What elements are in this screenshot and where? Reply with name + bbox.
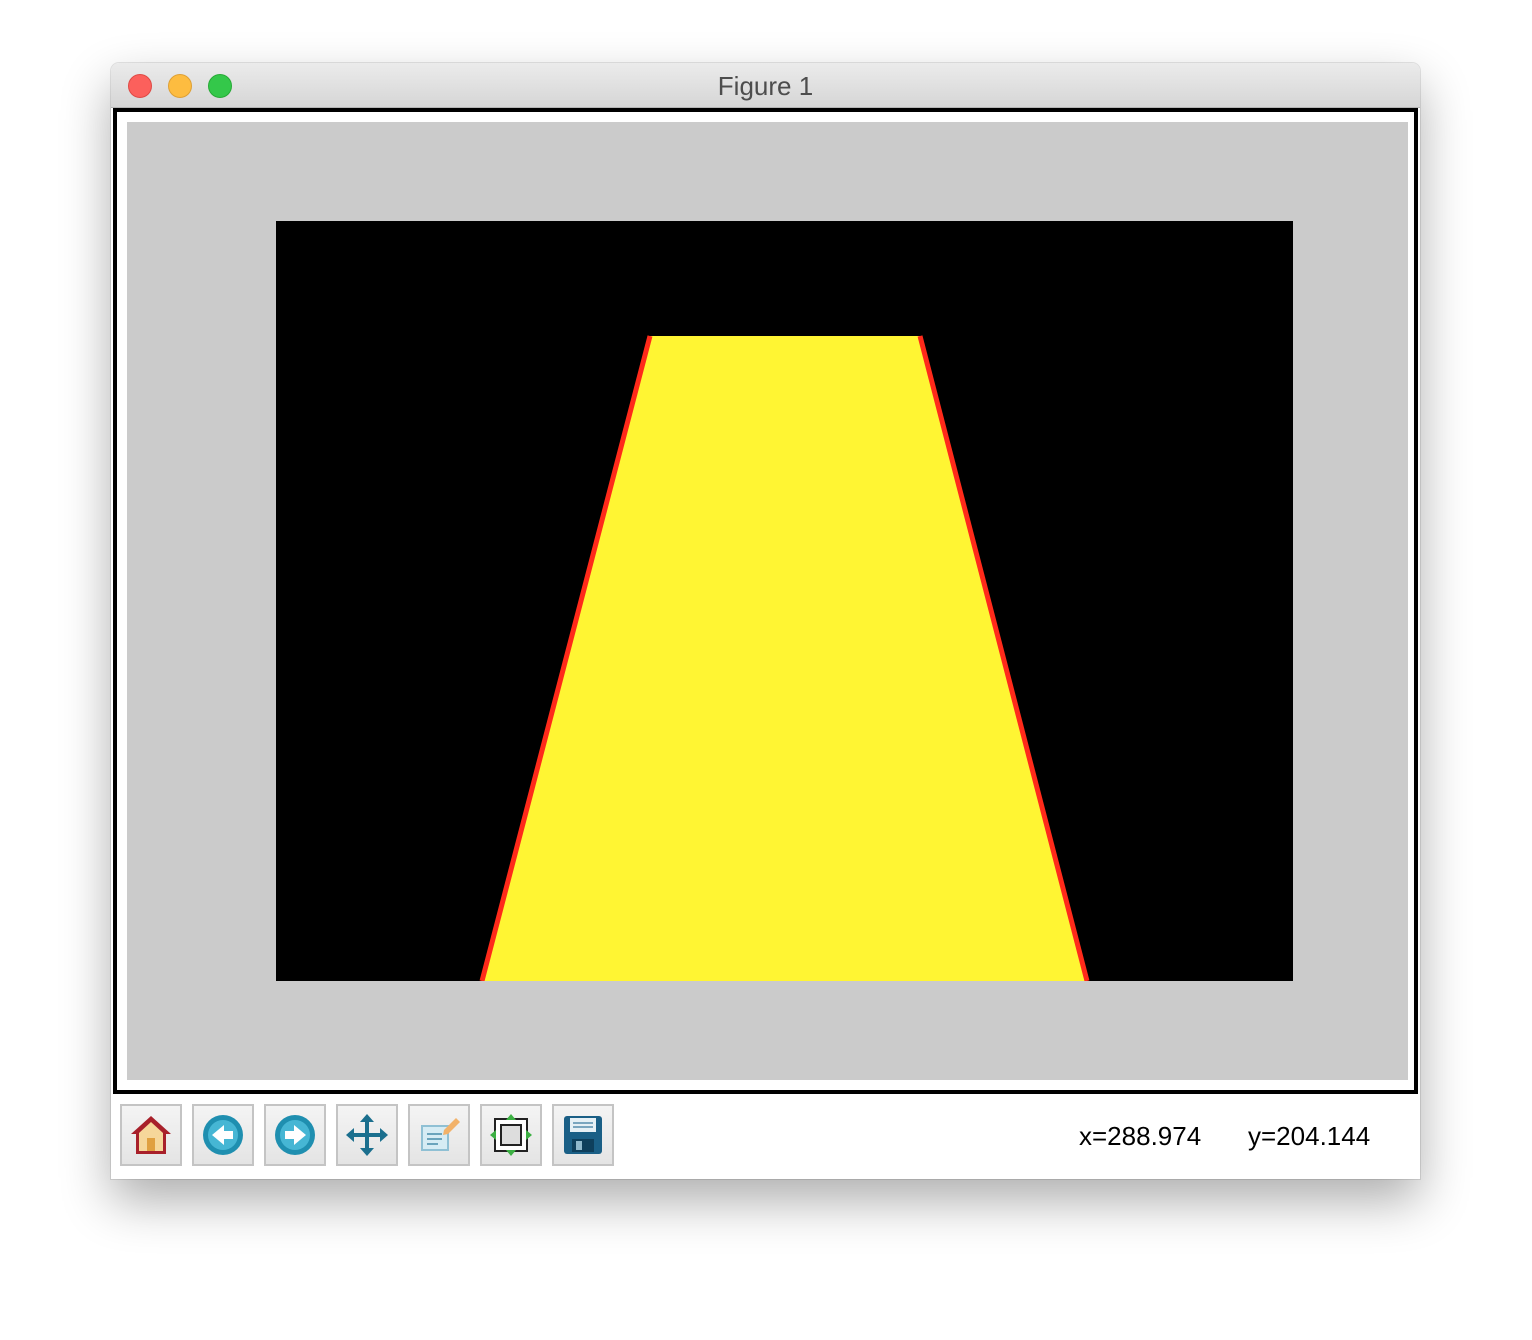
back-button[interactable] — [192, 1104, 254, 1166]
plot-axes[interactable] — [276, 221, 1293, 981]
zoom-button[interactable] — [408, 1104, 470, 1166]
forward-button[interactable] — [264, 1104, 326, 1166]
save-button[interactable] — [552, 1104, 614, 1166]
title-bar[interactable]: Figure 1 — [111, 63, 1420, 108]
navigation-toolbar: x=288.974 y=204.144 — [111, 1094, 1420, 1179]
window-title: Figure 1 — [717, 71, 814, 101]
forward-arrow-icon — [275, 1115, 315, 1155]
pan-move-icon — [346, 1114, 388, 1156]
home-icon — [131, 1116, 171, 1154]
back-arrow-icon — [203, 1115, 243, 1155]
configure-subplots-button[interactable] — [480, 1104, 542, 1166]
subplots-configure-icon — [490, 1114, 532, 1156]
home-button[interactable] — [120, 1104, 182, 1166]
x-coordinate-readout: x=288.974 — [1079, 1121, 1202, 1151]
pan-button[interactable] — [336, 1104, 398, 1166]
save-disk-icon — [564, 1116, 602, 1154]
y-coordinate-readout: y=204.144 — [1248, 1121, 1371, 1151]
figure-canvas[interactable] — [113, 108, 1418, 1094]
figure-window: Figure 1 x=288.974 y=204.144 — [111, 63, 1420, 1179]
zoom-to-rect-icon — [421, 1118, 460, 1151]
image-plot — [276, 221, 1293, 981]
figure-background — [127, 122, 1408, 1080]
